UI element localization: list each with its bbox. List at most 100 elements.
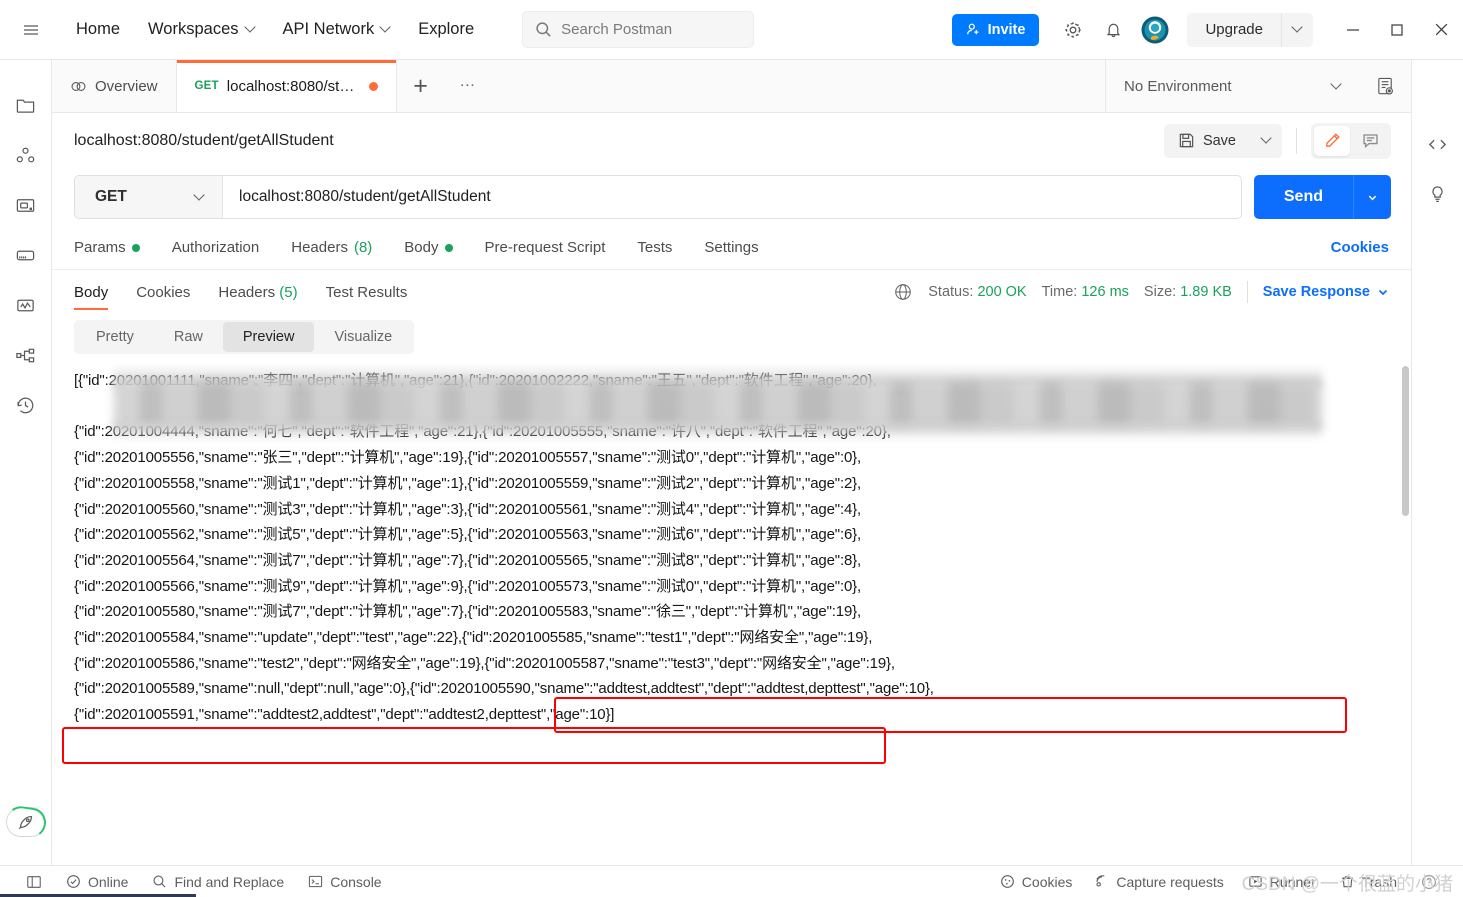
tab-label: Settings bbox=[704, 239, 759, 256]
status-label: Status: bbox=[928, 284, 974, 300]
gear-icon[interactable] bbox=[1053, 10, 1093, 50]
response-line: {"id":20201005566,"sname":"测试9","dept":"… bbox=[74, 577, 862, 595]
chevron-down-icon bbox=[1368, 195, 1377, 200]
footer-label: Find and Replace bbox=[174, 873, 285, 890]
save-button[interactable]: Save bbox=[1164, 124, 1250, 158]
overview-icon bbox=[71, 81, 86, 91]
runner-button[interactable]: Runner bbox=[1236, 874, 1328, 890]
upgrade-button[interactable]: Upgrade bbox=[1187, 13, 1281, 47]
vertical-scrollbar-thumb[interactable] bbox=[1402, 366, 1409, 516]
response-line: {"id":20201005591,"sname":"addtest2,addt… bbox=[74, 706, 615, 724]
send-button[interactable]: Send bbox=[1253, 175, 1353, 219]
view-mode-pretty[interactable]: Pretty bbox=[76, 322, 154, 352]
view-mode-visualize[interactable]: Visualize bbox=[314, 322, 412, 352]
cookies-button[interactable]: Cookies bbox=[998, 874, 1083, 890]
response-tab-body[interactable]: Body bbox=[74, 270, 122, 314]
response-tab-headers[interactable]: Headers (5) bbox=[204, 270, 311, 314]
hamburger-menu-icon[interactable] bbox=[14, 13, 48, 47]
sidebar-item-flows[interactable] bbox=[6, 330, 46, 380]
status-badge: Status: 200 OK bbox=[928, 284, 1026, 300]
plus-icon[interactable]: + bbox=[397, 60, 445, 112]
panel-toggle-icon[interactable] bbox=[14, 866, 54, 897]
header-right-actions: Invite Upgrade bbox=[951, 0, 1463, 60]
app-body: Overview GET localhost:8080/studen + ᐧᐧᐧ… bbox=[0, 60, 1463, 865]
response-body-preview[interactable]: [{"id":20201001111,"sname":"李四","dept":"… bbox=[52, 364, 1411, 865]
chevron-down-icon bbox=[195, 191, 204, 200]
minimize-icon[interactable] bbox=[1331, 0, 1375, 60]
nav-item-explore[interactable]: Explore bbox=[404, 14, 488, 45]
save-control: Save bbox=[1163, 123, 1282, 158]
code-snippet-icon[interactable] bbox=[1418, 122, 1458, 166]
http-method-select[interactable]: GET bbox=[75, 176, 223, 218]
tab-overview[interactable]: Overview bbox=[52, 60, 177, 112]
save-response-button[interactable]: Save Response bbox=[1263, 284, 1389, 300]
divider bbox=[1246, 281, 1248, 303]
upgrade-chevron-down-icon[interactable] bbox=[1281, 12, 1313, 47]
has-value-dot-icon bbox=[444, 243, 453, 252]
view-mode-raw[interactable]: Raw bbox=[154, 322, 223, 352]
invite-button[interactable]: Invite bbox=[951, 13, 1040, 46]
tab-label: Headers bbox=[218, 283, 276, 301]
postman-avatar-icon[interactable] bbox=[1133, 10, 1177, 50]
cookies-link[interactable]: Cookies bbox=[1331, 239, 1389, 256]
find-and-replace-button[interactable]: Find and Replace bbox=[140, 866, 296, 897]
response-line: {"id":20201005586,"sname":"test2","dept"… bbox=[74, 654, 895, 672]
comment-icon[interactable] bbox=[1352, 126, 1388, 156]
sidebar-item-collections[interactable] bbox=[6, 80, 46, 130]
environment-quick-look-icon[interactable] bbox=[1359, 60, 1411, 113]
status-online[interactable]: Online bbox=[54, 866, 140, 897]
console-icon bbox=[309, 875, 323, 888]
sidebar-item-apis[interactable] bbox=[6, 130, 46, 180]
pencil-icon[interactable] bbox=[1314, 125, 1350, 156]
request-tab-tests[interactable]: Tests bbox=[621, 226, 688, 269]
request-tab-body[interactable]: Body bbox=[388, 226, 468, 269]
bell-icon[interactable] bbox=[1093, 10, 1133, 50]
tab-label: Tests bbox=[637, 239, 673, 256]
help-question-icon[interactable] bbox=[1409, 874, 1449, 890]
nav-item-api-network[interactable]: API Network bbox=[269, 14, 405, 45]
chevron-down-icon bbox=[1262, 134, 1271, 143]
response-tab-cookies[interactable]: Cookies bbox=[122, 270, 204, 314]
tab-count: (5) bbox=[279, 283, 298, 301]
save-options-chevron[interactable] bbox=[1250, 124, 1282, 158]
response-tab-test-results[interactable]: Test Results bbox=[312, 270, 422, 314]
tab-label: Test Results bbox=[325, 283, 408, 301]
sidebar-item-history[interactable] bbox=[6, 380, 46, 430]
console-button[interactable]: Console bbox=[296, 866, 393, 897]
environment-area: No Environment bbox=[1105, 60, 1411, 112]
view-mode-preview[interactable]: Preview bbox=[222, 322, 315, 352]
lightbulb-icon[interactable] bbox=[1418, 172, 1458, 216]
close-icon[interactable] bbox=[1419, 0, 1463, 60]
environment-selected-label: No Environment bbox=[1124, 77, 1232, 95]
sidebar-item-environments[interactable] bbox=[6, 180, 46, 230]
tab-request-getallstudent[interactable]: GET localhost:8080/studen bbox=[176, 60, 397, 112]
environment-selector[interactable]: No Environment bbox=[1106, 60, 1359, 113]
rocket-icon[interactable] bbox=[4, 804, 48, 840]
more-horizontal-icon[interactable]: ᐧᐧᐧ bbox=[445, 60, 491, 112]
send-options-chevron[interactable] bbox=[1353, 175, 1391, 219]
sidebar-item-monitors[interactable] bbox=[6, 280, 46, 330]
postman-app-window: Home Workspaces API Network Explore Sear… bbox=[0, 0, 1463, 897]
url-input[interactable]: localhost:8080/student/getAllStudent bbox=[223, 176, 1241, 218]
trash-button[interactable]: Trash bbox=[1328, 874, 1409, 890]
footer-label: Console bbox=[330, 873, 382, 890]
request-tab-headers[interactable]: Headers (8) bbox=[275, 226, 388, 269]
sidebar-item-mock-servers[interactable] bbox=[6, 230, 46, 280]
request-actions: Save bbox=[1163, 122, 1391, 159]
main-nav: Home Workspaces API Network Explore bbox=[62, 14, 488, 45]
response-meta: Status: 200 OK Time: 126 ms Size: 1.89 K… bbox=[893, 281, 1389, 303]
maximize-icon[interactable] bbox=[1375, 0, 1419, 60]
request-tab-settings[interactable]: Settings bbox=[688, 226, 774, 269]
capture-requests-button[interactable]: Capture requests bbox=[1082, 874, 1235, 890]
nav-item-home[interactable]: Home bbox=[62, 14, 134, 45]
search-placeholder: Search Postman bbox=[561, 21, 673, 38]
send-control: Send bbox=[1253, 175, 1391, 219]
divider bbox=[1296, 127, 1297, 154]
search-input[interactable]: Search Postman bbox=[522, 11, 755, 48]
left-sidebar-rail bbox=[0, 60, 52, 865]
url-row: GET localhost:8080/student/getAllStudent… bbox=[52, 168, 1411, 226]
request-tab-pre-request-script[interactable]: Pre-request Script bbox=[469, 226, 622, 269]
request-tab-authorization[interactable]: Authorization bbox=[156, 226, 276, 269]
nav-item-workspaces[interactable]: Workspaces bbox=[134, 14, 268, 45]
request-tab-params[interactable]: Params bbox=[74, 226, 156, 269]
